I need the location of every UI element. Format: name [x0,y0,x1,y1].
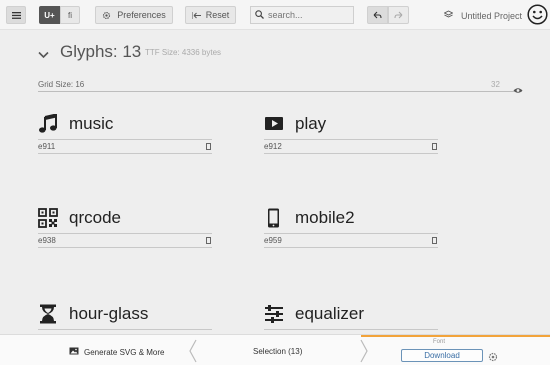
qrcode-icon [38,208,58,228]
grid-size-slider[interactable] [38,91,522,92]
glyph-code: e959 [264,236,282,245]
preferences-label: Preferences [117,10,166,20]
unicode-toggle[interactable]: U+ [39,6,60,24]
equalizer-icon [264,304,284,324]
collapse-chevron-icon[interactable] [38,46,49,64]
reset-icon [191,11,201,19]
glyph-name: mobile2 [295,208,355,227]
ttf-size: TTF Size: 4336 bytes [145,48,222,57]
redo-icon [394,11,403,19]
copy-icon[interactable] [206,237,211,244]
copy-icon[interactable] [432,143,437,150]
play-icon [264,114,284,134]
grid-size-value: 32 [491,80,500,89]
gear-icon [102,11,111,20]
search-field[interactable] [250,6,354,24]
grid-size-label: Grid Size: 16 [38,80,85,89]
font-settings-gear-icon[interactable] [488,349,498,365]
glyph-code: e938 [38,236,56,245]
menu-button[interactable] [6,6,26,24]
redo-button[interactable] [388,6,409,24]
font-tab-label[interactable]: Font [433,339,445,345]
ligature-toggle[interactable]: fi [60,6,80,24]
image-icon [69,347,79,357]
reset-label: Reset [205,10,230,20]
chevron-right-icon [359,339,369,365]
copy-icon[interactable] [432,237,437,244]
smiley-icon[interactable] [527,4,548,25]
undo-icon [373,11,382,19]
glyph-name: equalizer [295,304,364,323]
undo-button[interactable] [367,6,388,24]
download-button[interactable]: Download [401,349,483,362]
glyph-code: e911 [38,142,56,151]
glyph-name: music [69,114,114,133]
copy-icon[interactable] [206,143,211,150]
top-toolbar: U+ fi Preferences Reset Untitled Project [0,0,550,30]
glyph-code-field[interactable]: e938 [38,233,212,248]
generate-svg-button[interactable]: Generate SVG & More [69,347,164,357]
bottom-bar: Generate SVG & More Selection (13) Font … [0,334,550,365]
glyph-count-title: Glyphs: 13 [60,42,142,61]
project-selector[interactable]: Untitled Project [443,10,523,21]
generate-svg-label: Generate SVG & More [84,347,165,357]
preferences-button[interactable]: Preferences [95,6,173,24]
chevron-left-icon [188,339,198,365]
eye-icon[interactable] [513,81,523,99]
glyph-code-field[interactable]: e911 [38,139,212,154]
glyph-name: qrcode [69,208,121,227]
search-input[interactable] [268,10,352,20]
project-name: Untitled Project [461,10,523,21]
selection-tab[interactable]: Selection (13) [253,347,302,356]
hamburger-icon [11,11,21,19]
glyph-name: hour-glass [69,304,149,323]
reset-button[interactable]: Reset [185,6,236,24]
hourglass-icon [38,304,58,324]
font-tab-indicator [361,335,550,337]
glyph-name: play [295,114,327,133]
stack-icon [443,10,454,21]
glyph-code: e912 [264,142,282,151]
music-icon [38,113,58,134]
search-icon [255,6,264,24]
glyph-code-field[interactable]: e959 [264,233,438,248]
glyph-code-field[interactable]: e912 [264,139,438,154]
mobile-icon [264,208,284,228]
